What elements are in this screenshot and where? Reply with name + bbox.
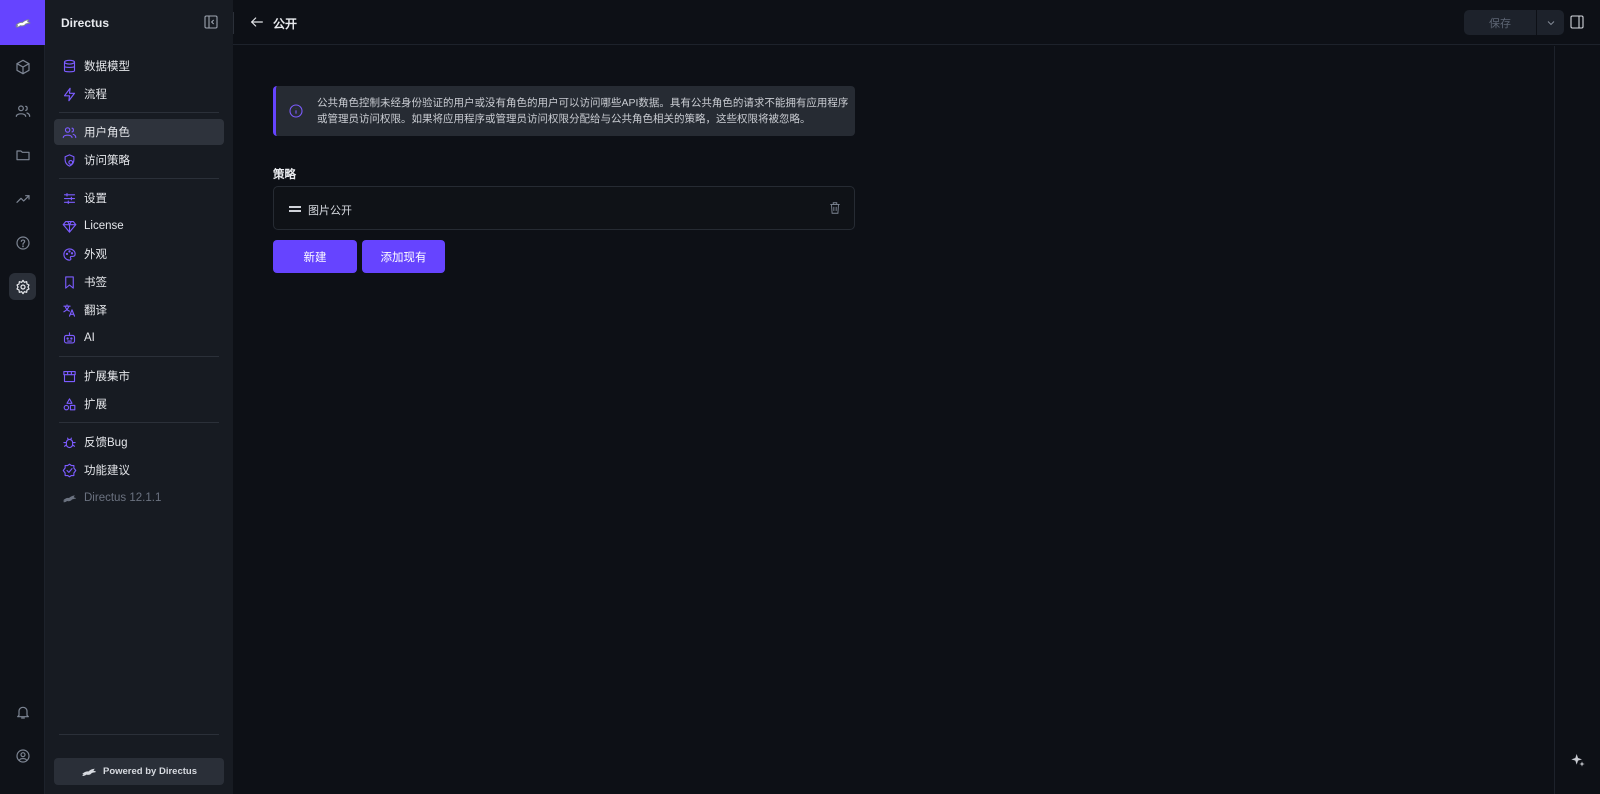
module-bar	[0, 0, 45, 794]
powered-by-directus[interactable]: Powered by Directus	[54, 758, 224, 785]
back-arrow-icon[interactable]	[249, 14, 265, 30]
nav-item-user-roles[interactable]: 用户角色	[54, 119, 224, 145]
project-name: Directus	[61, 15, 110, 30]
nav-item-label: 扩展	[84, 399, 107, 411]
policy-icon	[61, 152, 77, 168]
nav-item-label: 访问策略	[84, 155, 130, 167]
notice-text: 公共角色控制未经身份验证的用户或没有角色的用户可以访问哪些API数据。具有公共角…	[317, 97, 849, 125]
app: Directus 数据模型 流程 用户角色 访问策略 设置 License 外观…	[0, 0, 1600, 794]
user-account-icon[interactable]	[9, 742, 36, 769]
header-bar: 公开 保存	[233, 0, 1600, 45]
nav-item-label: 用户角色	[84, 127, 130, 139]
delete-trash-icon[interactable]	[828, 201, 842, 215]
nav-divider	[59, 422, 219, 423]
nav-item-marketplace[interactable]: 扩展集市	[54, 363, 224, 389]
project-header: Directus	[45, 0, 233, 45]
nav-divider	[59, 734, 219, 735]
nav-item-appearance[interactable]: 外观	[54, 241, 224, 267]
palette-icon	[61, 246, 77, 262]
info-sidebar	[1554, 46, 1600, 794]
nav-item-label: 书签	[84, 277, 107, 289]
nav-item-label: 翻译	[84, 305, 107, 317]
users-module-icon[interactable]	[9, 97, 36, 124]
powered-by-label: Powered by Directus	[103, 766, 197, 777]
ai-sparkle-icon[interactable]	[1570, 752, 1586, 768]
collapse-sidebar-icon[interactable]	[203, 14, 219, 30]
diamond-icon	[61, 218, 77, 234]
directus-logo-icon	[61, 490, 77, 506]
public-role-notice: 公共角色控制未经身份验证的用户或没有角色的用户可以访问哪些API数据。具有公共角…	[273, 86, 855, 136]
notifications-bell-icon[interactable]	[9, 698, 36, 725]
verified-icon	[61, 462, 77, 478]
nav-item-report-bug[interactable]: 反馈Bug	[54, 429, 224, 455]
nav-item-settings[interactable]: 设置	[54, 185, 224, 211]
users-icon	[61, 124, 77, 140]
store-icon	[61, 368, 77, 384]
nav-item-label: 反馈Bug	[84, 437, 128, 449]
policy-name: 图片公开	[308, 205, 352, 217]
nav-item-label: 流程	[84, 89, 107, 101]
nav-item-extensions[interactable]: 扩展	[54, 391, 224, 417]
create-new-policy-button[interactable]: 新建	[273, 240, 357, 273]
sliders-icon	[61, 190, 77, 206]
nav-item-label: License	[84, 220, 124, 232]
settings-module-icon[interactable]	[9, 273, 36, 300]
nav-item-label: 数据模型	[84, 61, 130, 73]
save-button[interactable]: 保存	[1464, 10, 1536, 35]
insights-module-icon[interactable]	[9, 185, 36, 212]
directus-rabbit-icon	[15, 18, 30, 27]
nav-divider	[59, 112, 219, 113]
nav-item-label: 设置	[84, 193, 107, 205]
nav-divider	[59, 178, 219, 179]
policies-field-label: 策略	[273, 169, 296, 181]
files-module-icon[interactable]	[9, 141, 36, 168]
database-icon	[61, 58, 77, 74]
nav-item-label: AI	[84, 332, 95, 344]
nav-item-feature-request[interactable]: 功能建议	[54, 457, 224, 483]
info-icon	[288, 103, 304, 119]
main-content: 公共角色控制未经身份验证的用户或没有角色的用户可以访问哪些API数据。具有公共角…	[233, 46, 1554, 794]
toggle-info-sidebar-icon[interactable]	[1569, 14, 1585, 30]
robot-icon	[61, 330, 77, 346]
nav-item-bookmarks[interactable]: 书签	[54, 269, 224, 295]
directus-logo[interactable]	[0, 0, 45, 45]
settings-navigation: Directus 数据模型 流程 用户角色 访问策略 设置 License 外观…	[45, 0, 233, 794]
nav-item-label: 扩展集市	[84, 371, 130, 383]
shapes-icon	[61, 396, 77, 412]
nav-item-label: 外观	[84, 249, 107, 261]
nav-item-version[interactable]: Directus 12.1.1	[54, 485, 224, 511]
bookmark-icon	[61, 274, 77, 290]
directus-rabbit-icon	[82, 768, 96, 776]
nav-item-flows[interactable]: 流程	[54, 81, 224, 107]
header-divider	[233, 12, 234, 34]
nav-item-access-policies[interactable]: 访问策略	[54, 147, 224, 173]
chevron-down-icon	[1547, 20, 1554, 25]
page-title: 公开	[273, 17, 298, 31]
bolt-icon	[61, 86, 77, 102]
nav-item-translations[interactable]: 翻译	[54, 297, 224, 323]
nav-item-ai[interactable]: AI	[54, 325, 224, 351]
drag-handle-icon[interactable]	[289, 206, 301, 212]
save-options-button[interactable]	[1537, 10, 1564, 35]
policy-list-item[interactable]: 图片公开	[273, 186, 855, 230]
nav-item-data-model[interactable]: 数据模型	[54, 53, 224, 79]
translate-icon	[61, 302, 77, 318]
help-module-icon[interactable]	[9, 229, 36, 256]
content-module-icon[interactable]	[9, 53, 36, 80]
add-existing-policy-button[interactable]: 添加现有	[362, 240, 445, 273]
nav-item-label: Directus 12.1.1	[84, 492, 162, 504]
nav-item-license[interactable]: License	[54, 213, 224, 239]
nav-divider	[59, 356, 219, 357]
bug-icon	[61, 434, 77, 450]
nav-item-label: 功能建议	[84, 465, 130, 477]
